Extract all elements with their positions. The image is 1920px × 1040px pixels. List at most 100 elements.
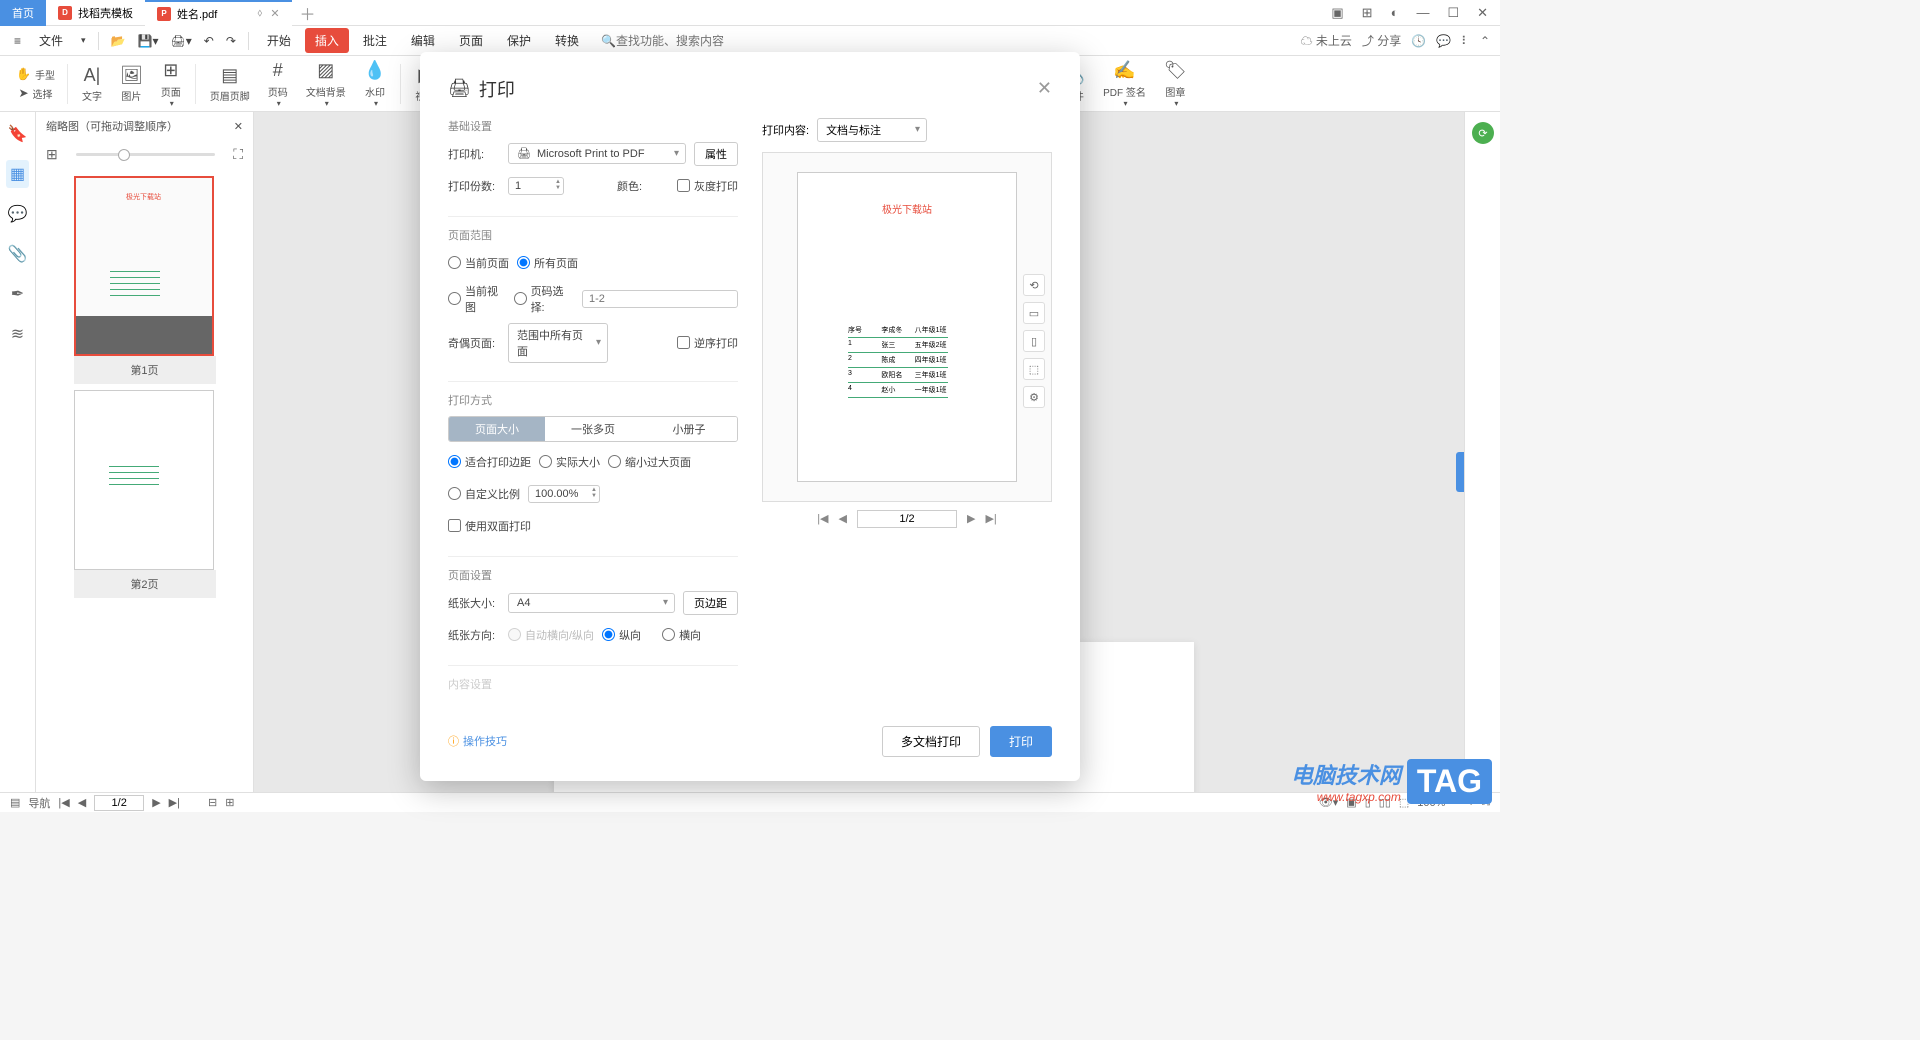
prev-page-icon[interactable]: ◀ [78,796,86,809]
thumb-list[interactable]: 极光下载站 第1页 第2页 [36,168,253,792]
page-input[interactable] [94,795,144,811]
preview-crop-icon[interactable]: ⬚ [1023,358,1045,380]
thumb-expand-icon[interactable]: ⛶ [233,146,243,163]
tips-link[interactable]: ⓘ 操作技巧 [448,733,507,749]
method-tab-multi[interactable]: 一张多页 [545,417,641,441]
print-button[interactable]: 打印 [990,726,1052,757]
drag-handle[interactable] [1456,452,1464,492]
save-icon[interactable]: 💾▾ [134,30,163,52]
nav-icon[interactable]: ▤ [10,796,20,809]
ribbon-watermark[interactable]: 💧水印▾ [356,58,394,110]
odd-even-select[interactable]: 范围中所有页面 [508,323,608,363]
multi-doc-button[interactable]: 多文档打印 [882,726,980,757]
thumb-grid-icon[interactable]: ⊞ [46,146,58,163]
method-tab-booklet[interactable]: 小册子 [641,417,737,441]
print-icon[interactable]: 🖨▾ [166,30,195,52]
chat-icon[interactable]: 💬 [1436,34,1451,48]
open-icon[interactable]: 📂 [107,30,130,52]
method-tab-size[interactable]: 页面大小 [449,417,545,441]
ribbon-sign[interactable]: ✍PDF 签名▾ [1095,58,1154,110]
history-icon[interactable]: 🕓 [1411,34,1426,48]
preview-fit-icon[interactable]: ▭ [1023,302,1045,324]
tab-home[interactable]: 首页 [0,0,46,26]
radio-custom-scale[interactable]: 自定义比例 [448,486,520,502]
ribbon-page[interactable]: ⊞页面▾ [153,58,189,110]
signature-icon[interactable]: ✒ [7,280,28,308]
printer-props-button[interactable]: 属性 [694,142,738,166]
nav-next-icon[interactable]: ▶ [967,512,975,525]
radio-current-page[interactable]: 当前页面 [448,255,509,271]
thumb-zoom-slider[interactable] [76,153,215,156]
tab-close[interactable]: ✕ [270,7,279,20]
sync-badge-icon[interactable]: ⟳ [1472,122,1494,144]
attachment-icon[interactable]: 📎 [4,240,32,268]
paper-select[interactable]: A4 [508,593,675,613]
maximize-icon[interactable]: ☐ [1443,5,1463,21]
ribbon-header-footer[interactable]: ▤页眉页脚 [202,62,258,105]
menu-tab-convert[interactable]: 转换 [545,28,589,53]
spinner[interactable]: ▲▼ [591,487,597,499]
menu-tab-protect[interactable]: 保护 [497,28,541,53]
preview-page-icon[interactable]: ▯ [1023,330,1045,352]
copies-input[interactable]: 1 ▲▼ [508,177,564,195]
radio-current-view[interactable]: 当前视图 [448,283,506,315]
collapse-icon[interactable]: ⌃ [1480,34,1490,48]
share-button[interactable]: ⤴ 分享 [1362,32,1401,49]
undo-icon[interactable]: ↶ [200,30,218,52]
tab-add[interactable]: ＋ [292,1,324,25]
ribbon-stamp[interactable]: 🏷图章▾ [1156,58,1195,110]
thumbnail-icon[interactable]: ▦ [6,160,29,188]
dialog-close[interactable]: ✕ [1037,78,1052,99]
preview-page-input[interactable] [857,510,957,528]
search-box[interactable]: 🔍 [601,34,736,48]
ribbon-text[interactable]: A|文字 [74,62,110,105]
close-icon[interactable]: ✕ [1473,5,1492,21]
ribbon-page-num[interactable]: #页码▾ [260,58,296,110]
first-page-icon[interactable]: |◀ [58,796,69,809]
thumb-close[interactable]: ✕ [234,120,243,133]
gray-checkbox[interactable]: 灰度打印 [677,178,738,194]
radio-landscape[interactable]: 横向 [662,627,714,643]
next-page-icon[interactable]: ▶ [152,796,160,809]
thumb-page-2[interactable] [74,390,214,570]
more-icon[interactable]: ⠇ [1461,34,1470,48]
chevron-down-icon[interactable]: ▾ [77,31,90,50]
redo-icon[interactable]: ↷ [222,30,240,52]
radio-actual-size[interactable]: 实际大小 [539,454,600,470]
grid-icon[interactable]: ⊞ [1358,5,1377,21]
ribbon-image[interactable]: 🖼图片 [112,62,151,105]
menu-tab-insert[interactable]: 插入 [305,28,349,53]
hand-tool[interactable]: ✋手型 [10,66,61,83]
menu-tab-edit[interactable]: 编辑 [401,28,445,53]
print-content-select[interactable]: 文档与标注 [817,118,927,142]
preview-rotate-icon[interactable]: ⟲ [1023,274,1045,296]
ribbon-background[interactable]: ▨文档背景▾ [298,58,354,110]
radio-page-select[interactable]: 页码选择: [514,283,574,315]
menu-icon[interactable]: ≡ [10,30,25,52]
minimize-icon[interactable]: — [1412,5,1433,21]
comment-icon[interactable]: 💬 [4,200,32,228]
radio-fit-margin[interactable]: 适合打印边距 [448,454,531,470]
page-select-input[interactable] [582,290,738,308]
scale-input[interactable]: 100.00% ▲▼ [528,485,600,503]
radio-auto-orient[interactable]: 自动横向/纵向 [508,627,594,643]
last-page-icon[interactable]: ▶| [169,796,180,809]
bookmark-icon[interactable]: 🔖 [4,120,32,148]
search-input[interactable] [616,34,736,48]
nav-prev-icon[interactable]: ◀ [839,512,847,525]
tab-template[interactable]: D 找稻壳模板 [46,0,145,26]
duplex-checkbox[interactable]: 使用双面打印 [448,518,531,534]
select-tool[interactable]: ➤选择 [10,85,61,102]
radio-all-pages[interactable]: 所有页面 [517,255,578,271]
spinner[interactable]: ▲▼ [555,179,561,191]
file-menu[interactable]: 文件 [29,28,73,53]
menu-tab-page[interactable]: 页面 [449,28,493,53]
nav-last-icon[interactable]: ▶| [985,512,996,525]
preview-opts-icon[interactable]: ⚙ [1023,386,1045,408]
menu-tab-start[interactable]: 开始 [257,28,301,53]
pin-icon[interactable]: ⬨ [257,7,262,20]
layers-icon[interactable]: ≋ [7,320,28,348]
margin-button[interactable]: 页边距 [683,591,738,615]
zoom-out-icon[interactable]: ⊟ [208,796,217,809]
radio-portrait[interactable]: 纵向 [602,627,654,643]
